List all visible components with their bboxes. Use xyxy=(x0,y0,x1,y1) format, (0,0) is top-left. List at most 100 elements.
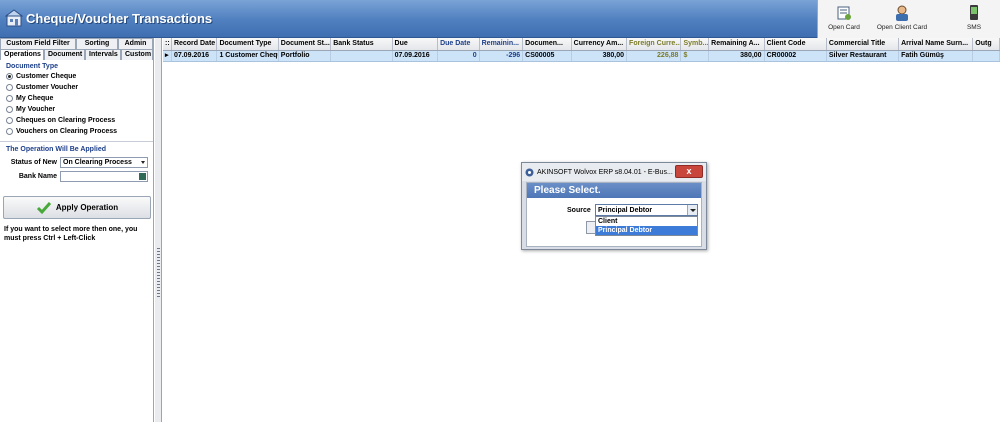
column-header[interactable]: Document St... xyxy=(279,38,332,50)
status-row: Status of New On Clearing Process xyxy=(0,155,153,169)
splitter-grip[interactable] xyxy=(157,248,160,298)
radio-dot xyxy=(6,73,13,80)
tab-custom-field-filter[interactable]: Custom Field Filter xyxy=(0,38,76,49)
column-header[interactable]: Document Type xyxy=(217,38,279,50)
radio-my-voucher[interactable]: My Voucher xyxy=(0,104,153,115)
column-header[interactable]: Bank Status xyxy=(331,38,393,50)
radio-my-cheque[interactable]: My Cheque xyxy=(0,93,153,104)
column-header[interactable]: Due Date xyxy=(438,38,480,50)
table-cell: 07.09.2016 xyxy=(393,51,439,61)
open-card-label: Open Card xyxy=(828,24,860,31)
column-header[interactable]: Remainin... xyxy=(480,38,524,50)
radio-dot xyxy=(6,106,13,113)
app-logo-icon xyxy=(525,168,534,176)
source-value: Principal Debtor xyxy=(598,207,653,214)
column-header[interactable]: Foreign Curre... xyxy=(627,38,682,50)
tab-operations[interactable]: Operations xyxy=(0,49,44,60)
bank-row: Bank Name xyxy=(0,169,153,183)
column-header[interactable]: Due xyxy=(393,38,439,50)
client-card-icon xyxy=(896,5,908,21)
column-header[interactable]: Symb... xyxy=(681,38,710,50)
column-header[interactable]: Currency Am... xyxy=(572,38,628,50)
radio-customer-voucher[interactable]: Customer Voucher xyxy=(0,82,153,93)
toolbar: Open Card Open Client Card SMS xyxy=(817,0,1000,38)
radio-label: Customer Voucher xyxy=(16,84,79,91)
table-cell: 380,00 xyxy=(709,51,765,61)
column-chooser-handle[interactable]: :: xyxy=(163,38,172,50)
table-cell: $ xyxy=(681,51,710,61)
radio-customer-cheque[interactable]: Customer Cheque xyxy=(0,71,153,82)
operation-label: The Operation Will Be Applied xyxy=(0,141,153,155)
table-cell: Silver Restaurant xyxy=(827,51,900,61)
radio-label: My Voucher xyxy=(16,106,56,113)
building-icon xyxy=(5,9,23,27)
table-cell xyxy=(973,51,1000,61)
grid-header: :: Record Date Document Type Document St...… xyxy=(163,38,1000,51)
tab-custom[interactable]: Custom xyxy=(121,49,153,60)
option-principal-debtor[interactable]: Principal Debtor xyxy=(596,226,697,235)
chevron-down-icon[interactable] xyxy=(687,205,697,215)
title-bar: Cheque/Voucher Transactions Open Card Op… xyxy=(0,0,1000,38)
tab-sorting[interactable]: Sorting xyxy=(76,38,118,49)
row-indicator-icon: ▸ xyxy=(163,51,172,61)
source-dropdown-list: Client Principal Debtor xyxy=(595,216,698,236)
tab-intervals[interactable]: Intervals xyxy=(85,49,121,60)
column-header[interactable]: Record Date xyxy=(172,38,218,50)
table-cell: 1 Customer Cheque xyxy=(219,51,279,61)
column-header[interactable]: Remaining A... xyxy=(709,38,765,50)
tab-document[interactable]: Document xyxy=(44,49,85,60)
select-source-dialog: AKINSOFT Wolvox ERP s8.04.01 - E-Bus... … xyxy=(521,162,707,250)
table-cell: CS00005 xyxy=(523,51,572,61)
left-panel: Custom Field Filter Sorting Admin Operat… xyxy=(0,38,154,422)
column-header[interactable]: Commercial Title xyxy=(827,38,900,50)
column-header[interactable]: Documen... xyxy=(523,38,572,50)
radio-vouchers-on-clearing[interactable]: Vouchers on Clearing Process xyxy=(0,126,153,137)
source-select[interactable]: Principal Debtor xyxy=(595,204,698,216)
close-button[interactable]: x xyxy=(675,165,703,178)
source-label: Source xyxy=(567,207,591,214)
open-card-icon xyxy=(837,6,851,20)
table-row[interactable]: ▸07.09.20161 Customer ChequePortfolio07.… xyxy=(163,51,1000,62)
radio-cheques-on-clearing[interactable]: Cheques on Clearing Process xyxy=(0,115,153,126)
sms-icon xyxy=(970,5,978,20)
chevron-down-icon xyxy=(141,160,145,164)
bank-name-field[interactable] xyxy=(60,170,148,182)
status-label: Status of New xyxy=(10,158,57,166)
table-cell: Fatih Gümüş xyxy=(899,51,974,61)
page-title: Cheque/Voucher Transactions xyxy=(26,11,213,26)
sms-button[interactable]: SMS xyxy=(948,0,1000,38)
table-cell: 07.09.2016 xyxy=(172,51,218,61)
open-card-button[interactable]: Open Card xyxy=(818,0,870,38)
table-cell: 380,00 xyxy=(572,51,628,61)
bank-lookup-icon[interactable] xyxy=(139,172,146,180)
open-client-card-button[interactable]: Open Client Card xyxy=(870,0,934,38)
grid-body: ▸07.09.20161 Customer ChequePortfolio07.… xyxy=(163,51,1000,62)
open-client-card-label: Open Client Card xyxy=(876,24,928,31)
radio-dot xyxy=(6,95,13,102)
tab-admin[interactable]: Admin xyxy=(118,38,153,49)
status-value: On Clearing Process xyxy=(63,158,132,166)
sms-label: SMS xyxy=(966,24,982,31)
table-cell: -296 xyxy=(480,51,524,61)
radio-label: My Cheque xyxy=(16,95,54,102)
document-type-label: Document Type xyxy=(6,63,58,70)
column-header[interactable]: Arrival Name Surn... xyxy=(899,38,974,50)
table-cell: CR00002 xyxy=(765,51,827,61)
radio-label: Cheques on Clearing Process xyxy=(16,117,116,124)
radio-label: Vouchers on Clearing Process xyxy=(16,128,118,135)
status-select[interactable]: On Clearing Process xyxy=(60,156,148,168)
column-header[interactable]: Client Code xyxy=(765,38,827,50)
tabs-row-bottom: Operations Document Intervals Custom xyxy=(0,49,153,60)
dialog-body: Please Select. Source Principal Debtor C… xyxy=(526,182,702,247)
dialog-banner: Please Select. xyxy=(527,183,701,198)
dialog-title: AKINSOFT Wolvox ERP s8.04.01 - E-Bus... xyxy=(537,168,673,176)
column-header[interactable]: Outg xyxy=(973,38,1000,50)
table-cell: 226,88 xyxy=(627,51,682,61)
apply-operation-label: Apply Operation xyxy=(55,203,119,212)
tabs-row-top: Custom Field Filter Sorting Admin xyxy=(0,38,153,49)
apply-operation-button[interactable]: Apply Operation xyxy=(3,196,151,219)
radio-dot xyxy=(6,84,13,91)
option-client[interactable]: Client xyxy=(596,217,697,226)
panel-splitter[interactable] xyxy=(155,38,162,422)
radio-dot xyxy=(6,128,13,135)
